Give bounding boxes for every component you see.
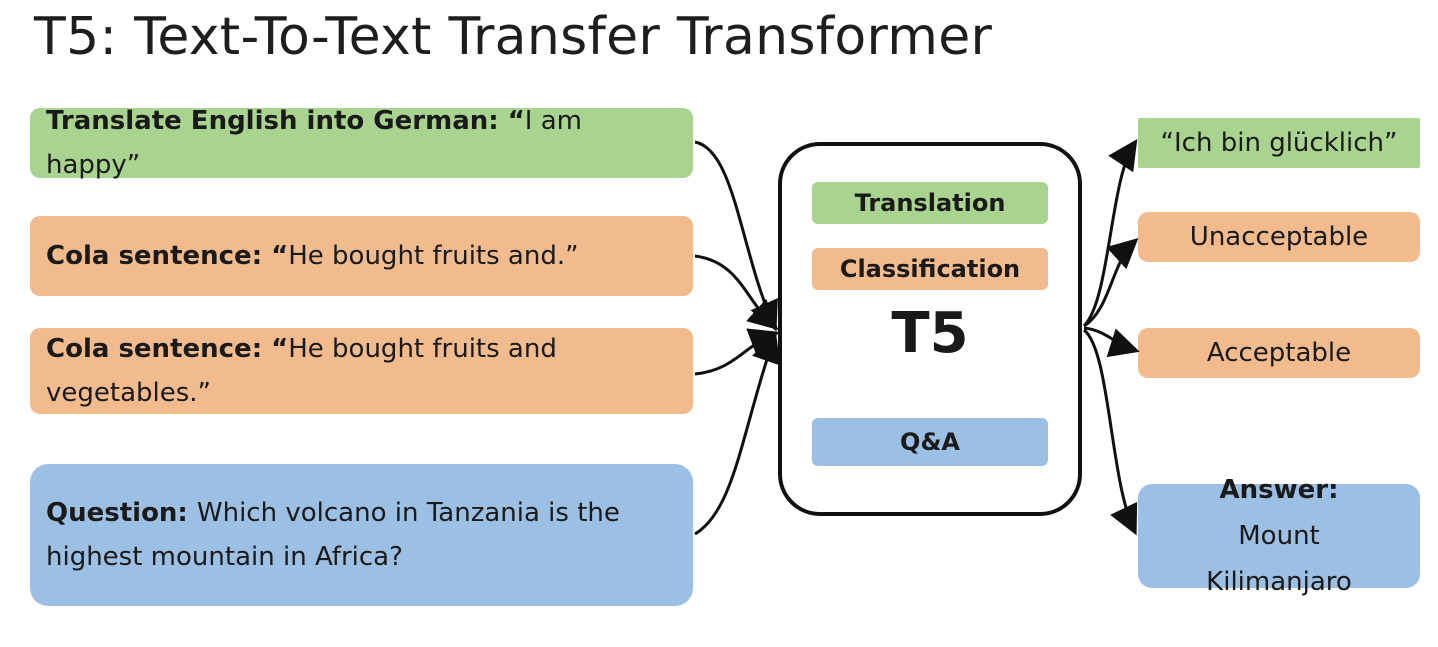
arrow-input-translate xyxy=(694,140,778,332)
arrow-output-translation xyxy=(1082,139,1138,328)
arrow-output-answer xyxy=(1082,328,1138,536)
flow-arrows xyxy=(694,139,1140,536)
arrow-input-cola-2 xyxy=(694,328,780,376)
arrow-input-question xyxy=(694,332,781,536)
